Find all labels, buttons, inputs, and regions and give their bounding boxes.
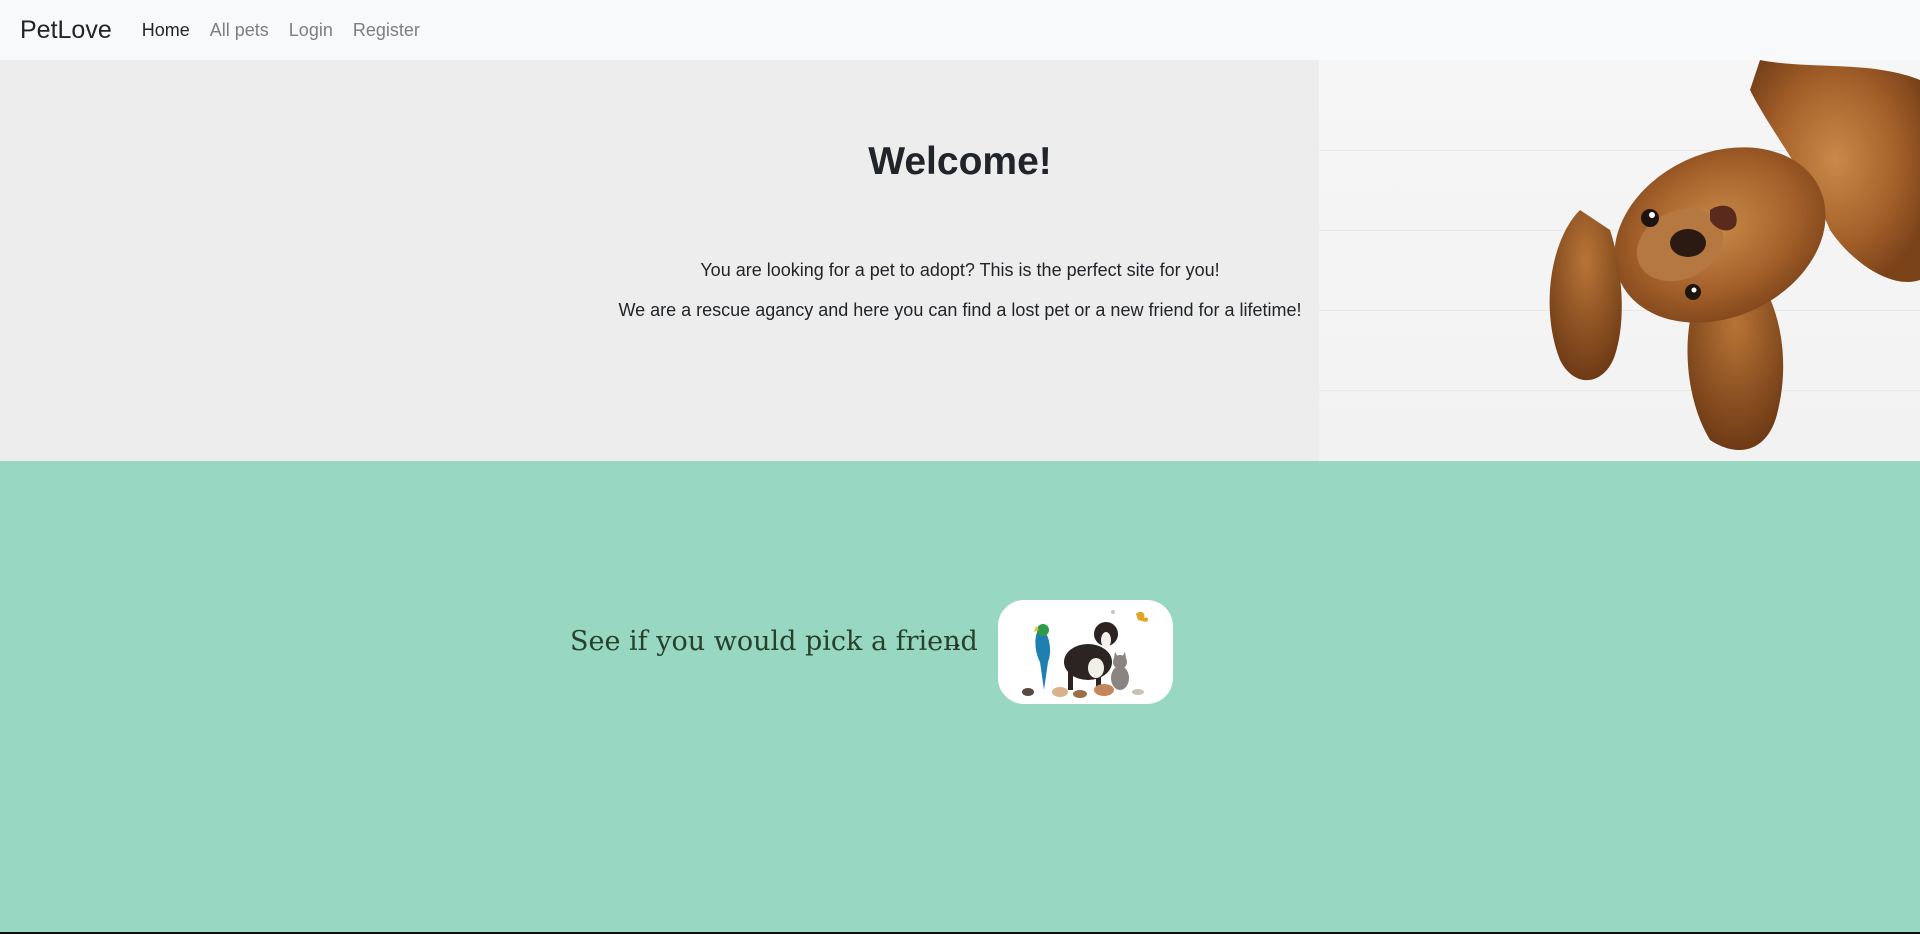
nav-link-login[interactable]: Login bbox=[289, 20, 333, 41]
pets-card-button[interactable] bbox=[998, 600, 1173, 704]
hero-section: Welcome! You are looking for a pet to ad… bbox=[0, 60, 1920, 461]
nav-link-home[interactable]: Home bbox=[142, 20, 190, 41]
puppy-dog-image bbox=[1549, 60, 1920, 450]
brand-logo[interactable]: PetLove bbox=[20, 16, 112, 45]
navbar: PetLove Home All pets Login Register bbox=[0, 0, 1920, 60]
nav-link-register[interactable]: Register bbox=[353, 20, 420, 41]
feature-section: See if you would pick a friend → bbox=[0, 461, 1920, 932]
pick-a-friend-link[interactable]: See if you would pick a friend bbox=[570, 626, 978, 657]
nav-link-all-pets[interactable]: All pets bbox=[210, 20, 269, 41]
arrow-right-icon: → bbox=[942, 629, 964, 654]
group-of-pets-image bbox=[1022, 610, 1149, 698]
